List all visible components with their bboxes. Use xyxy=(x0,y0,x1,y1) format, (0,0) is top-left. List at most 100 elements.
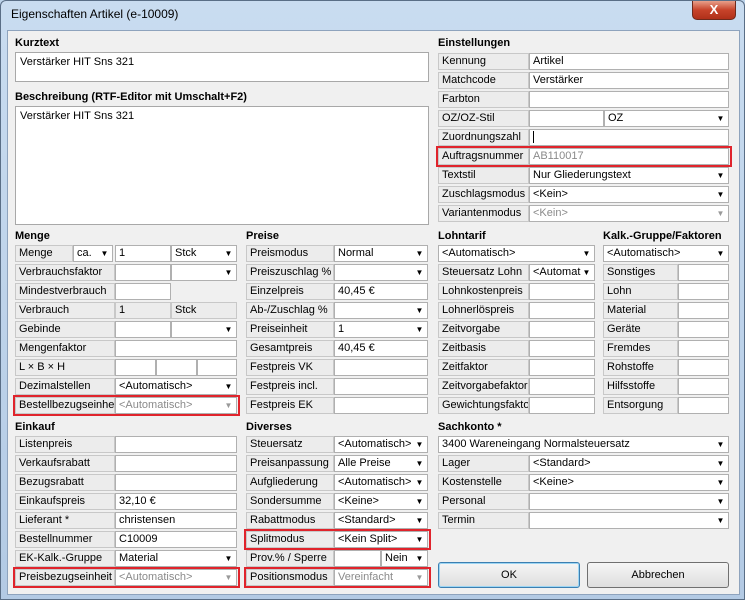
ok-button[interactable]: OK xyxy=(438,562,580,588)
preiseinheit-select[interactable]: 1 ▼ xyxy=(334,321,428,338)
sondersumme-value: <Keine> xyxy=(338,495,379,507)
kennung-field[interactable]: Artikel xyxy=(529,53,729,70)
zuschlagsmodus-select[interactable]: <Kein> ▼ xyxy=(529,186,729,203)
kostenstelle-select[interactable]: <Keine> ▼ xyxy=(529,474,729,491)
kalk-row-field[interactable] xyxy=(678,397,729,414)
preisanpassung-label: Preisanpassung xyxy=(246,455,334,472)
ozstil-select[interactable]: OZ ▼ xyxy=(604,110,729,127)
kalk-row-label: Lohn xyxy=(603,283,678,300)
steuersatz-label: Steuersatz xyxy=(246,436,334,453)
positionsmodus-select[interactable]: Vereinfacht ▼ xyxy=(334,569,428,586)
lohntarif-row-field[interactable] xyxy=(529,302,595,319)
bestellnummer-field[interactable]: C10009 xyxy=(115,531,237,548)
lieferant-field[interactable]: christensen xyxy=(115,512,237,529)
lager-select[interactable]: <Standard> ▼ xyxy=(529,455,729,472)
menge-prefix-select[interactable]: ca. ▼ xyxy=(73,245,113,262)
kalk-row-field[interactable] xyxy=(678,321,729,338)
einzelpreis-field[interactable]: 40,45 € xyxy=(334,283,428,300)
listenpreis-label: Listenpreis xyxy=(15,436,115,453)
sachkonto-select[interactable]: 3400 Wareneingang Normalsteuersatz ▼ xyxy=(438,436,729,453)
rabattmodus-select[interactable]: <Standard> ▼ xyxy=(334,512,428,529)
sperre-select[interactable]: Nein ▼ xyxy=(381,550,428,567)
kalk-row-field[interactable] xyxy=(678,378,729,395)
termin-select[interactable]: ▼ xyxy=(529,512,729,529)
sachkonto-value: 3400 Wareneingang Normalsteuersatz xyxy=(442,438,630,450)
gesamtpreis-field[interactable]: 40,45 € xyxy=(334,340,428,357)
verbrauchsfaktor-select[interactable]: ▼ xyxy=(171,264,237,281)
lohntarif-select[interactable]: <Automatisch> ▼ xyxy=(438,245,595,262)
laenge-field[interactable] xyxy=(115,359,156,376)
zuordnungszahl-field[interactable] xyxy=(529,129,729,146)
chevron-down-icon: ▼ xyxy=(415,268,424,277)
dezimalstellen-select[interactable]: <Automatisch> ▼ xyxy=(115,378,237,395)
menge-heading: Menge xyxy=(15,230,50,242)
preismodus-select[interactable]: Normal ▼ xyxy=(334,245,428,262)
cancel-button[interactable]: Abbrechen xyxy=(587,562,729,588)
auftragsnummer-field[interactable]: AB110017 xyxy=(529,148,729,165)
verkaufsrabatt-field[interactable] xyxy=(115,455,237,472)
verbrauch-unit: Stck xyxy=(171,302,237,319)
mengenfaktor-field[interactable] xyxy=(115,340,237,357)
prov-field[interactable] xyxy=(334,550,381,567)
preisbezugseinheit-select[interactable]: <Automatisch> ▼ xyxy=(115,569,237,586)
chevron-down-icon: ▼ xyxy=(415,440,424,449)
chevron-down-icon: ▼ xyxy=(224,554,233,563)
lohntarif-row-label: Zeitfaktor xyxy=(438,359,529,376)
menge-unit-select[interactable]: Stck ▼ xyxy=(171,245,237,262)
lohntarif-row-field[interactable] xyxy=(529,359,595,376)
personal-select[interactable]: ▼ xyxy=(529,493,729,510)
chevron-down-icon: ▼ xyxy=(224,268,233,277)
splitmodus-select[interactable]: <Kein Split> ▼ xyxy=(334,531,428,548)
lohntarif-row-field[interactable] xyxy=(529,321,595,338)
menge-field[interactable]: 1 xyxy=(115,245,171,262)
mindestverbrauch-field[interactable] xyxy=(115,283,171,300)
gebinde-field[interactable] xyxy=(115,321,171,338)
kalk-row-field[interactable] xyxy=(678,359,729,376)
farbton-field[interactable] xyxy=(529,91,729,108)
preiszuschlag-select[interactable]: ▼ xyxy=(334,264,428,281)
rabattmodus-value: <Standard> xyxy=(338,514,396,526)
kalk-row-field[interactable] xyxy=(678,302,729,319)
lohntarif-row-field[interactable] xyxy=(529,340,595,357)
preisanpassung-select[interactable]: Alle Preise ▼ xyxy=(334,455,428,472)
close-button[interactable]: X xyxy=(692,1,736,20)
lohntarif-row-field[interactable] xyxy=(529,283,595,300)
abzuschlag-select[interactable]: ▼ xyxy=(334,302,428,319)
gebinde-select[interactable]: ▼ xyxy=(171,321,237,338)
kalk-row-field[interactable] xyxy=(678,283,729,300)
aufgliederung-select[interactable]: <Automatisch> ▼ xyxy=(334,474,428,491)
bezugsrabatt-field[interactable] xyxy=(115,474,237,491)
bestellbezugseinheit-select[interactable]: <Automatisch> ▼ xyxy=(115,397,237,414)
hoehe-field[interactable] xyxy=(197,359,237,376)
kurztext-input[interactable]: Verstärker HIT Sns 321 xyxy=(15,52,429,82)
listenpreis-field[interactable] xyxy=(115,436,237,453)
termin-label: Termin xyxy=(438,512,529,529)
ekkalk-value: Material xyxy=(119,552,159,564)
sondersumme-select[interactable]: <Keine> ▼ xyxy=(334,493,428,510)
kalk-row-field[interactable] xyxy=(678,340,729,357)
lohntarif-row-field[interactable] xyxy=(529,397,595,414)
lager-label: Lager xyxy=(438,455,529,472)
kalk-heading: Kalk.-Gruppe/Faktoren xyxy=(603,230,722,242)
verbrauchsfaktor-field[interactable] xyxy=(115,264,171,281)
beschreibung-editor[interactable]: Verstärker HIT Sns 321 xyxy=(15,106,429,225)
oz-field[interactable] xyxy=(529,110,604,127)
breite-field[interactable] xyxy=(156,359,197,376)
textstil-select[interactable]: Nur Gliederungstext ▼ xyxy=(529,167,729,184)
festpreisek-field[interactable] xyxy=(334,397,428,414)
matchcode-field[interactable]: Verstärker xyxy=(529,72,729,89)
steuersatz-lohn-select[interactable]: <Automat ▼ xyxy=(529,264,595,281)
lohntarif-row-field[interactable] xyxy=(529,378,595,395)
preisbezugseinheit-value: <Automatisch> xyxy=(119,571,193,583)
festpreisincl-field[interactable] xyxy=(334,378,428,395)
einkaufspreis-field[interactable]: 32,10 € xyxy=(115,493,237,510)
kalk-row-field[interactable] xyxy=(678,264,729,281)
ekkalk-select[interactable]: Material ▼ xyxy=(115,550,237,567)
kalk-select[interactable]: <Automatisch> ▼ xyxy=(603,245,729,262)
variantenmodus-select[interactable]: <Kein> ▼ xyxy=(529,205,729,222)
festpreisvk-label: Festpreis VK xyxy=(246,359,334,376)
steuersatz-lohn-label: Steuersatz Lohn xyxy=(438,264,529,281)
festpreisvk-field[interactable] xyxy=(334,359,428,376)
kalk-row-label: Geräte xyxy=(603,321,678,338)
steuersatz-select[interactable]: <Automatisch> ▼ xyxy=(334,436,428,453)
